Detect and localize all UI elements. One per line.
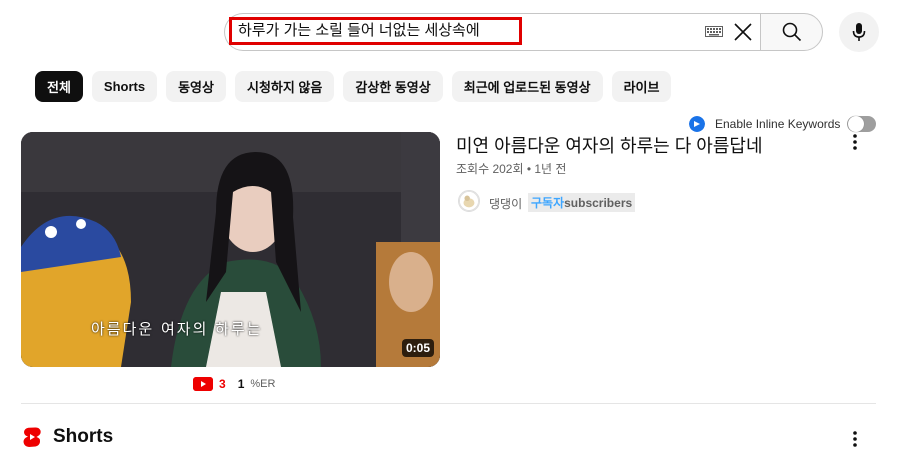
- video-subtitle: 아름다운 여자의 하루는: [91, 320, 263, 338]
- chip-all[interactable]: 전체: [35, 71, 83, 102]
- youtube-logo-icon: [193, 377, 213, 391]
- shorts-section-title: Shorts: [53, 426, 114, 447]
- toggle-knob[interactable]: [848, 116, 864, 132]
- keyboard-icon[interactable]: [705, 26, 723, 37]
- chip-unwatched[interactable]: 시청하지 않음: [234, 71, 335, 102]
- inline-keywords-label: Enable Inline Keywords: [715, 117, 841, 131]
- subscriber-badge: 구독자subscribers: [528, 193, 636, 212]
- subscriber-badge-accent: 구독자: [531, 196, 565, 210]
- shorts-logo-icon: [23, 427, 41, 447]
- search-button[interactable]: [760, 13, 823, 51]
- section-divider: [21, 403, 876, 404]
- close-icon[interactable]: [733, 22, 753, 42]
- voice-search-button[interactable]: [839, 12, 879, 52]
- chip-shorts[interactable]: Shorts: [91, 71, 158, 102]
- chip-videos[interactable]: 동영상: [166, 71, 226, 102]
- video-duration: 0:05: [401, 339, 434, 357]
- filter-chips: 전체 Shorts 동영상 시청하지 않음 감상한 동영상 최근에 업로드된 동…: [35, 71, 672, 102]
- more-options-icon[interactable]: [849, 132, 861, 152]
- stat-unit: %ER: [250, 378, 276, 390]
- channel-name[interactable]: 댕댕이: [489, 195, 522, 212]
- stat-count: 3: [219, 377, 226, 391]
- chip-watched[interactable]: 감상한 동영상: [343, 71, 443, 102]
- video-meta: 조회수 202회 • 1년 전: [456, 162, 567, 176]
- video-stats: 3 1 %ER: [193, 377, 275, 391]
- stat-value: 1: [237, 377, 245, 391]
- more-options-icon[interactable]: [849, 429, 861, 449]
- subscriber-badge-text: subscribers: [564, 196, 633, 210]
- search-icon: [782, 22, 801, 42]
- search-highlight-box: [229, 17, 522, 45]
- chip-recently-uploaded[interactable]: 최근에 업로드된 동영상: [451, 71, 603, 102]
- microphone-icon: [852, 23, 866, 41]
- video-thumbnail[interactable]: 아름다운 여자의 하루는 0:05: [21, 132, 440, 367]
- extension-icon: [689, 116, 705, 132]
- chip-live[interactable]: 라이브: [611, 71, 672, 102]
- video-title[interactable]: 미연 아름다운 여자의 하루는 다 아름답네: [456, 132, 763, 158]
- channel-avatar[interactable]: [458, 190, 480, 212]
